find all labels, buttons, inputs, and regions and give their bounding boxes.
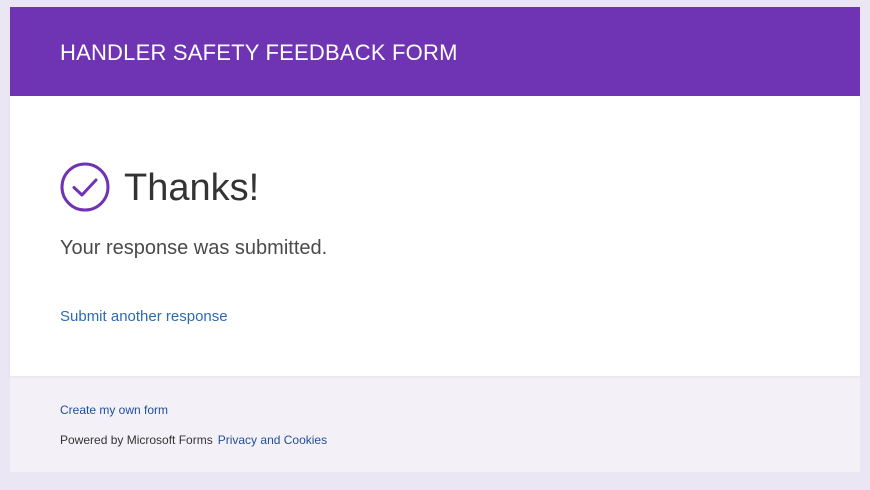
footer-info: Powered by Microsoft Forms Privacy and Co…: [60, 432, 327, 448]
privacy-and-cookies-link[interactable]: Privacy and Cookies: [218, 433, 327, 447]
thanks-heading: Thanks!: [124, 167, 260, 209]
submitted-message: Your response was submitted.: [60, 237, 328, 259]
create-my-own-form-link[interactable]: Create my own form: [60, 402, 168, 418]
form-header: HANDLER SAFETY FEEDBACK FORM: [10, 7, 860, 96]
form-title: HANDLER SAFETY FEEDBACK FORM: [60, 40, 458, 65]
powered-by-text: Powered by Microsoft Forms: [60, 433, 213, 447]
checkmark-circle-icon: [60, 162, 110, 212]
confirmation-panel: Thanks! Your response was submitted. Sub…: [10, 96, 860, 376]
form-card: HANDLER SAFETY FEEDBACK FORM Thanks! You…: [10, 7, 860, 472]
submit-another-response-link[interactable]: Submit another response: [60, 307, 228, 327]
